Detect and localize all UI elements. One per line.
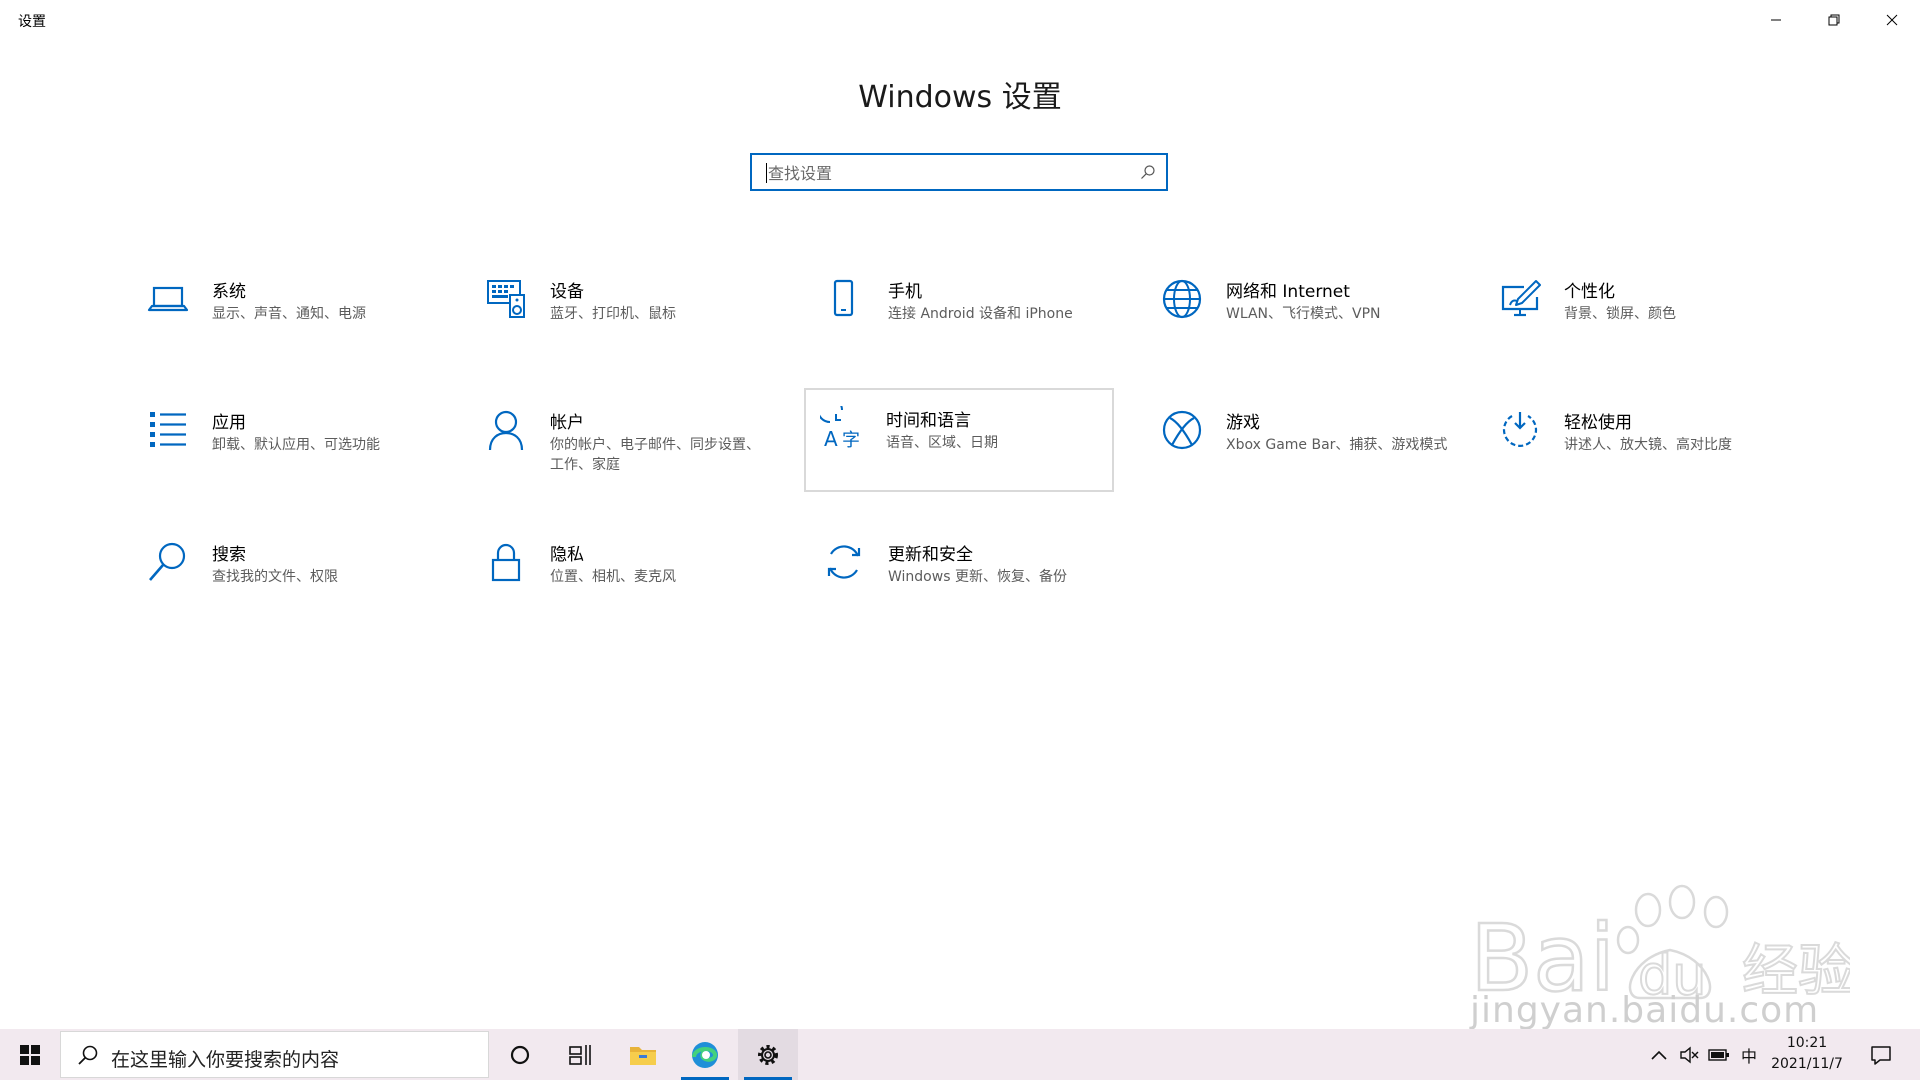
tile-description: 查找我的文件、权限 — [212, 569, 338, 585]
time-language-icon: A 字 — [820, 406, 860, 450]
gear-icon — [758, 1044, 778, 1065]
tile-description: 卸载、默认应用、可选功能 — [212, 437, 380, 453]
tile-system[interactable]: 系统 显示、声音、通知、电源 — [132, 261, 442, 365]
tile-phone[interactable]: 手机 连接 Android 设备和 iPhone — [808, 261, 1118, 365]
lock-icon — [491, 543, 521, 582]
tile-description: 背景、锁屏、颜色 — [1564, 306, 1676, 322]
refresh-icon — [827, 545, 861, 579]
window-title: 设置 — [18, 14, 46, 30]
tile-description: 蓝牙、打印机、鼠标 — [550, 306, 676, 322]
tile-ease-of-access[interactable]: 轻松使用 讲述人、放大镜、高对比度 — [1484, 392, 1794, 496]
tile-gaming[interactable]: 游戏 Xbox Game Bar、捕获、游戏模式 — [1146, 392, 1456, 496]
devices-icon — [487, 280, 525, 318]
tile-name: 手机 — [888, 282, 922, 302]
task-view-icon — [569, 1044, 591, 1065]
tile-privacy[interactable]: 隐私 位置、相机、麦克风 — [470, 524, 780, 628]
tile-name: 设备 — [550, 282, 584, 302]
tile-devices[interactable]: 设备 蓝牙、打印机、鼠标 — [470, 261, 780, 365]
volume-muted-icon — [1680, 1046, 1699, 1063]
tile-apps[interactable]: 应用 卸载、默认应用、可选功能 — [132, 392, 442, 496]
tile-search[interactable]: 搜索 查找我的文件、权限 — [132, 524, 442, 628]
search-icon — [78, 1045, 98, 1065]
file-explorer-button[interactable] — [613, 1029, 673, 1080]
settings-app-button[interactable] — [738, 1029, 798, 1080]
tile-description: 语音、区域、日期 — [886, 435, 998, 451]
tile-name: 时间和语言 — [886, 411, 971, 431]
tile-name: 搜索 — [212, 545, 246, 565]
taskbar: 在这里输入你要搜索的内容 中 10:21 2021/11/7 — [0, 1029, 1920, 1080]
windows-logo-icon — [20, 1044, 40, 1065]
tile-personalization[interactable]: 个性化 背景、锁屏、颜色 — [1484, 261, 1794, 365]
edge-icon — [692, 1041, 718, 1068]
battery-icon — [1708, 1048, 1729, 1061]
action-center-button[interactable] — [1856, 1029, 1906, 1080]
tile-time-language[interactable]: A 字 时间和语言 语音、区域、日期 — [804, 388, 1114, 492]
close-button[interactable] — [1864, 0, 1920, 40]
ease-of-access-icon — [1502, 412, 1538, 447]
settings-search-input[interactable] — [766, 155, 1130, 191]
person-icon — [488, 410, 524, 451]
taskbar-clock[interactable]: 10:21 2021/11/7 — [1762, 1033, 1852, 1075]
restore-icon — [1828, 14, 1840, 26]
laptop-icon — [147, 286, 189, 312]
minimize-icon — [1771, 19, 1781, 21]
edge-browser-button[interactable] — [675, 1029, 735, 1080]
minimize-button[interactable] — [1748, 0, 1804, 40]
input-method-indicator[interactable]: 中 — [1734, 1029, 1764, 1080]
clock-date: 2021/11/7 — [1771, 1056, 1843, 1072]
search-icon[interactable] — [1140, 164, 1156, 180]
start-button[interactable] — [0, 1029, 60, 1080]
settings-window: 设置 Windows 设置 系统 显示、声音、通知、电源 — [0, 0, 1920, 1031]
taskbar-search-box[interactable]: 在这里输入你要搜索的内容 — [60, 1031, 489, 1078]
search-icon — [149, 542, 186, 581]
tile-name: 个性化 — [1564, 282, 1615, 302]
tile-name: 应用 — [212, 413, 246, 433]
task-view-button[interactable] — [550, 1029, 610, 1080]
tile-name: 轻松使用 — [1564, 413, 1632, 433]
notification-icon — [1871, 1045, 1891, 1065]
folder-icon — [630, 1046, 656, 1065]
volume-button[interactable] — [1674, 1029, 1704, 1080]
apps-list-icon — [150, 412, 186, 447]
xbox-icon — [1162, 410, 1202, 450]
tile-description: Windows 更新、恢复、备份 — [888, 569, 1067, 585]
settings-search-box[interactable] — [750, 153, 1168, 191]
tile-name: 系统 — [212, 282, 246, 302]
tile-description: 讲述人、放大镜、高对比度 — [1564, 437, 1732, 453]
phone-icon — [833, 279, 854, 317]
tile-description: WLAN、飞行模式、VPN — [1226, 306, 1381, 322]
title-bar: 设置 — [0, 0, 1920, 40]
tile-description: Xbox Game Bar、捕获、游戏模式 — [1226, 437, 1448, 453]
tile-description: 位置、相机、麦克风 — [550, 569, 676, 585]
cortana-circle-icon — [510, 1045, 530, 1064]
tile-name: 更新和安全 — [888, 545, 973, 565]
taskbar-search-placeholder: 在这里输入你要搜索的内容 — [111, 1049, 340, 1071]
show-hidden-icons-button[interactable] — [1644, 1029, 1674, 1080]
tile-description: 你的帐户、电子邮件、同步设置、工作、家庭 — [550, 437, 760, 473]
battery-button[interactable] — [1704, 1029, 1734, 1080]
tile-description: 显示、声音、通知、电源 — [212, 306, 366, 322]
globe-icon — [1162, 279, 1202, 319]
tile-name: 网络和 Internet — [1226, 282, 1350, 302]
tile-name: 游戏 — [1226, 413, 1260, 433]
watermark-url: jingyan.baidu.com — [1470, 990, 1820, 1031]
tile-description: 连接 Android 设备和 iPhone — [888, 306, 1073, 322]
personalization-icon — [1501, 280, 1541, 317]
page-title: Windows 设置 — [858, 80, 1062, 115]
tile-network[interactable]: 网络和 Internet WLAN、飞行模式、VPN — [1146, 261, 1456, 365]
clock-time: 10:21 — [1786, 1035, 1828, 1051]
svg-text:A: A — [824, 427, 838, 450]
restore-button[interactable] — [1806, 0, 1862, 40]
tile-accounts[interactable]: 帐户 你的帐户、电子邮件、同步设置、工作、家庭 — [470, 392, 780, 496]
tile-name: 隐私 — [550, 545, 584, 565]
svg-text:字: 字 — [842, 430, 860, 450]
chevron-up-icon — [1651, 1050, 1667, 1060]
cortana-button[interactable] — [490, 1029, 550, 1080]
tile-name: 帐户 — [550, 413, 584, 433]
tile-update-security[interactable]: 更新和安全 Windows 更新、恢复、备份 — [808, 524, 1118, 628]
close-icon — [1886, 14, 1898, 26]
